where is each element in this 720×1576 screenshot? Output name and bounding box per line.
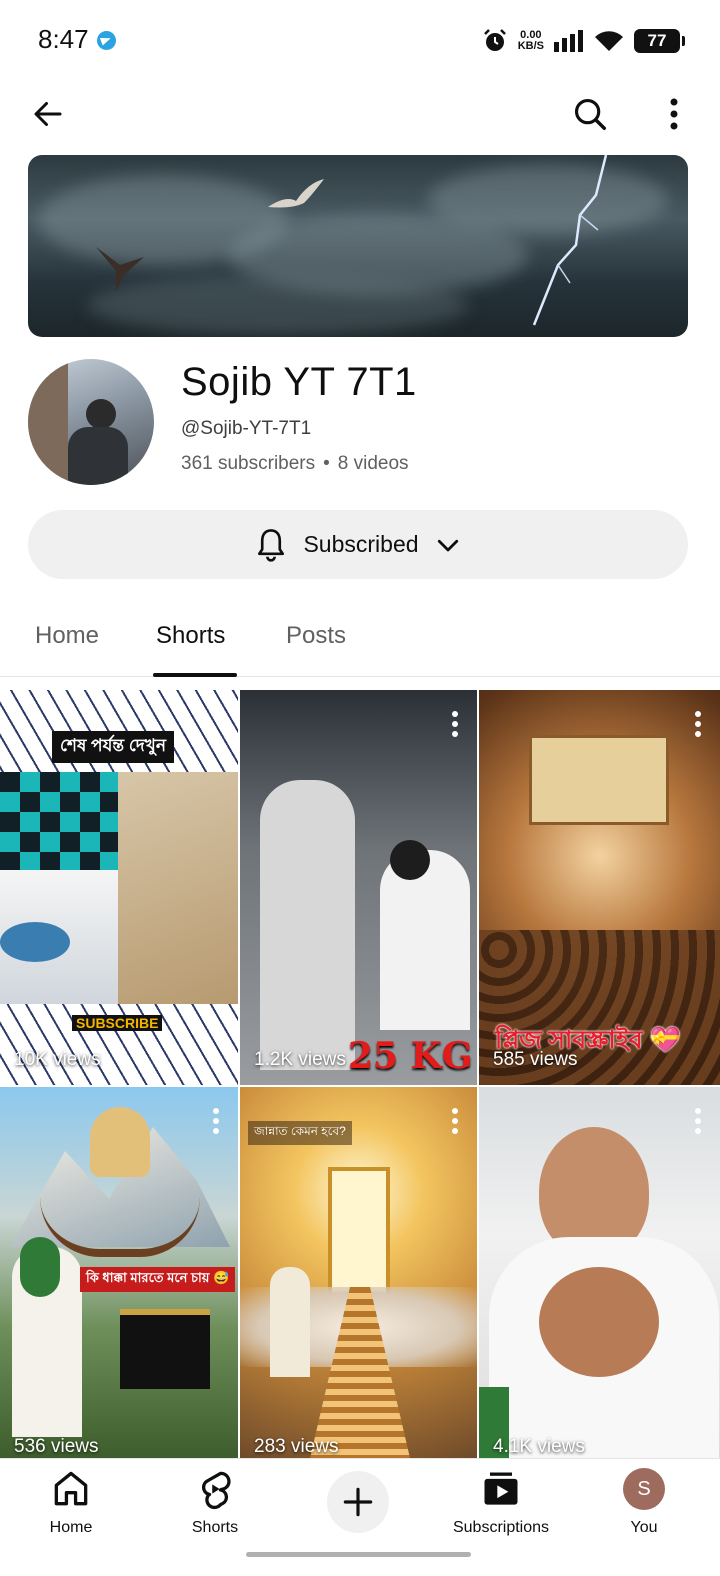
top-bar	[0, 80, 720, 148]
short-overlay-title: জান্নাত কেমন হবে?	[248, 1121, 352, 1145]
network-speed-unit: KB/S	[517, 40, 544, 52]
more-vert-icon	[670, 98, 678, 130]
short-tile[interactable]: 25 KG 1.2K views	[240, 690, 477, 1085]
create-button[interactable]	[327, 1471, 389, 1533]
tab-shorts[interactable]: Shorts	[156, 622, 225, 650]
more-vert-icon[interactable]	[204, 1105, 228, 1137]
active-tab-indicator	[153, 673, 237, 677]
status-time: 8:47	[38, 24, 89, 54]
more-vert-icon[interactable]	[686, 1105, 710, 1137]
short-views: 283 views	[254, 1436, 339, 1457]
short-overlay-subscribe: SUBSCRIBE	[72, 1015, 163, 1031]
channel-avatar[interactable]	[28, 359, 154, 485]
short-views: 4.1K views	[493, 1436, 585, 1457]
tab-home[interactable]: Home	[35, 622, 99, 650]
search-button[interactable]	[566, 90, 614, 138]
shorts-icon	[201, 1471, 231, 1510]
subscriber-count: 361 subscribers	[181, 453, 316, 474]
tab-posts[interactable]: Posts	[286, 622, 346, 650]
short-overlay-title: 25 KG	[348, 1035, 473, 1077]
video-count: 8 videos	[337, 453, 409, 474]
nav-you[interactable]: S You	[589, 1467, 699, 1537]
subscribed-label: Subscribed	[303, 531, 419, 557]
short-views: 1.2K views	[254, 1049, 346, 1070]
short-tile[interactable]: প্লিজ সাবস্ক্রাইব 💝 585 views	[479, 690, 720, 1085]
status-bar: 8:47 0.00 KB/S 77	[0, 0, 720, 80]
lightning-icon	[532, 155, 608, 326]
channel-tabs: Home Shorts Posts	[0, 600, 720, 677]
battery-icon: 77	[634, 29, 685, 53]
home-indicator[interactable]	[246, 1552, 471, 1557]
nav-shorts-label: Shorts	[191, 1519, 239, 1536]
short-overlay-title: শেষ পর্যন্ত দেখুন	[52, 731, 174, 763]
search-icon	[574, 98, 606, 130]
channel-stats: 361 subscribers • 8 videos	[181, 453, 409, 475]
nav-shorts[interactable]: Shorts	[160, 1467, 270, 1537]
back-arrow-icon	[34, 102, 62, 126]
back-button[interactable]	[24, 90, 72, 138]
bird-icon	[96, 247, 144, 291]
bottom-navigation: Home Shorts Subscriptions S You	[0, 1458, 720, 1576]
more-options-button[interactable]	[652, 90, 696, 138]
bird-icon	[268, 179, 324, 208]
short-tile[interactable]: জান্নাত কেমন হবে? 283 views	[240, 1087, 477, 1458]
telegram-icon	[97, 31, 116, 50]
status-icons: 0.00 KB/S 77	[482, 26, 685, 56]
chevron-down-icon	[437, 539, 458, 551]
signal-icon	[554, 30, 583, 52]
subscribed-button[interactable]: Subscribed	[28, 510, 688, 579]
nav-you-label: You	[630, 1519, 658, 1536]
short-overlay-title: কি ধাক্কা মারতে মনে চায় 😅	[80, 1267, 236, 1292]
channel-name: Sojib YT 7T1	[181, 360, 417, 404]
more-vert-icon[interactable]	[443, 708, 467, 740]
short-tile[interactable]: শেষ পর্যন্ত দেখুন SUBSCRIBE 10K views	[0, 690, 238, 1085]
short-views: 10K views	[14, 1049, 101, 1070]
plus-icon	[343, 1487, 373, 1517]
subscriptions-icon	[484, 1472, 518, 1505]
bell-icon	[258, 528, 285, 562]
alarm-icon	[483, 29, 506, 51]
short-tile[interactable]: কি ধাক্কা মারতে মনে চায় 😅 536 views	[0, 1087, 238, 1458]
more-vert-icon[interactable]	[686, 708, 710, 740]
home-icon	[54, 1471, 88, 1506]
wifi-icon	[595, 31, 623, 51]
network-speed: 0.00 KB/S	[518, 30, 544, 52]
stats-separator: •	[323, 453, 330, 474]
battery-level: 77	[647, 31, 667, 50]
short-tile[interactable]: 4.1K views	[479, 1087, 720, 1458]
nav-home[interactable]: Home	[16, 1467, 126, 1537]
nav-home-label: Home	[49, 1519, 93, 1536]
nav-subscriptions-label: Subscriptions	[452, 1519, 550, 1536]
short-views: 585 views	[493, 1049, 578, 1070]
nav-subscriptions[interactable]: Subscriptions	[446, 1467, 556, 1537]
channel-banner	[28, 155, 688, 337]
channel-handle: @Sojib-YT-7T1	[181, 418, 312, 439]
more-vert-icon[interactable]	[443, 1105, 467, 1137]
short-views: 536 views	[14, 1436, 99, 1457]
you-avatar: S	[623, 1468, 665, 1510]
